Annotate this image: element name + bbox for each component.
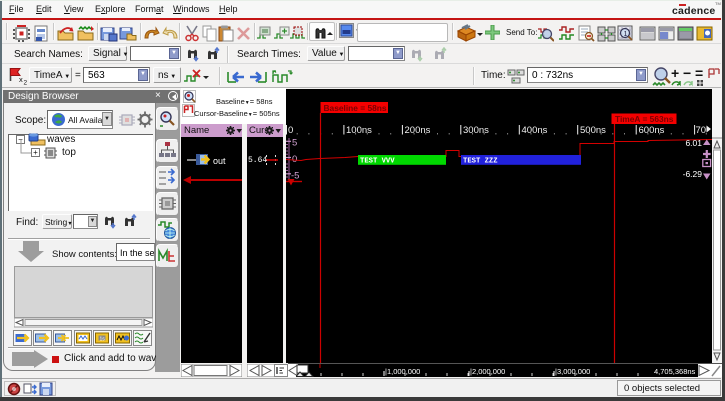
svg-text:-6.29: -6.29 [683,169,703,179]
svg-text:300ns: 300ns [463,125,489,136]
svg-text:1s: 1s [100,337,106,343]
svg-text:6.01: 6.01 [685,138,702,148]
svg-text:5: 5 [292,138,297,149]
svg-text:100ns: 100ns [346,125,372,136]
svg-text:200ns: 200ns [405,125,431,136]
svg-text:Baseline = 58ns: Baseline = 58ns [324,103,387,113]
svg-text:x: x [19,75,23,84]
svg-text:TimeA = 563ns: TimeA = 563ns [615,114,674,124]
svg-text:TEST VVV: TEST VVV [360,158,395,166]
svg-text:1: 1 [624,31,628,38]
svg-text:600ns: 600ns [639,125,665,136]
svg-text:2: 2 [24,80,28,87]
svg-text:500ns: 500ns [580,125,606,136]
svg-text:0: 0 [288,125,293,136]
svg-text:400ns: 400ns [522,125,548,136]
svg-text:TEST ZZZ: TEST ZZZ [463,158,498,166]
svg-text:70: 70 [696,125,707,136]
